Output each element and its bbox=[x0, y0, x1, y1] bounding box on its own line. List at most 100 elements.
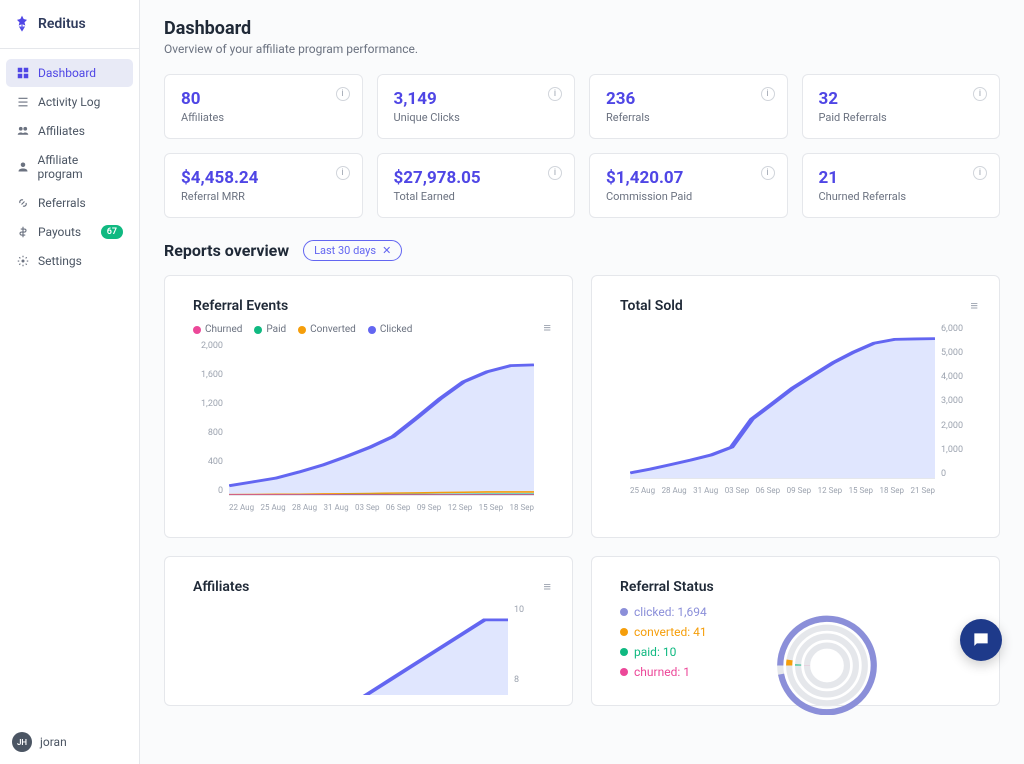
chart-affiliates: Affiliates ≡ 1086 bbox=[164, 556, 573, 706]
nav: Dashboard Activity Log Affiliates Affili… bbox=[0, 49, 139, 286]
status-legend: clicked: 1,694 converted: 41 paid: 10 churn… bbox=[620, 605, 707, 679]
nav-label: Activity Log bbox=[38, 95, 100, 109]
nav-payouts[interactable]: Payouts 67 bbox=[6, 218, 133, 246]
gear-icon bbox=[16, 254, 30, 268]
page-title: Dashboard bbox=[164, 18, 1000, 39]
dashboard-icon bbox=[16, 66, 30, 80]
user-name: joran bbox=[40, 735, 67, 749]
legend-converted: Converted bbox=[298, 324, 356, 335]
nav-activity-log[interactable]: Activity Log bbox=[6, 88, 133, 116]
reports-header: Reports overview Last 30 days ✕ bbox=[164, 240, 1000, 261]
nav-label: Settings bbox=[38, 254, 82, 268]
stat-label: Churned Referrals bbox=[819, 190, 984, 203]
brand[interactable]: Reditus bbox=[0, 0, 139, 49]
chart-menu-icon[interactable]: ≡ bbox=[543, 579, 550, 595]
stat-total-earned: $27,978.05 Total Earned i bbox=[377, 153, 576, 218]
chart-menu-icon[interactable]: ≡ bbox=[970, 298, 977, 314]
info-icon[interactable]: i bbox=[548, 166, 562, 180]
payouts-badge: 67 bbox=[101, 225, 123, 239]
list-icon bbox=[16, 95, 30, 109]
info-icon[interactable]: i bbox=[336, 166, 350, 180]
status-item: churned: 1 bbox=[620, 665, 707, 679]
reports-title: Reports overview bbox=[164, 241, 289, 260]
status-item: converted: 41 bbox=[620, 625, 707, 639]
x-axis: 25 Aug28 Aug31 Aug03 Sep06 Sep09 Sep12 S… bbox=[630, 486, 935, 495]
date-filter-chip[interactable]: Last 30 days ✕ bbox=[303, 240, 402, 261]
main: Dashboard Overview of your affiliate pro… bbox=[140, 0, 1024, 764]
logo-icon bbox=[12, 14, 32, 34]
chat-button[interactable] bbox=[960, 619, 1002, 661]
nav-label: Affiliates bbox=[38, 124, 85, 138]
info-icon[interactable]: i bbox=[973, 166, 987, 180]
user-icon bbox=[16, 160, 29, 174]
nav-affiliates[interactable]: Affiliates bbox=[6, 117, 133, 145]
status-item: paid: 10 bbox=[620, 645, 707, 659]
stat-value: $1,420.07 bbox=[606, 168, 771, 188]
stat-label: Unique Clicks bbox=[394, 111, 559, 124]
chart-referral-events: Referral Events Churned Paid Converted C… bbox=[164, 275, 573, 538]
stat-referral-mrr: $4,458.24 Referral MRR i bbox=[164, 153, 363, 218]
avatar: JH bbox=[12, 732, 32, 752]
stat-label: Commission Paid bbox=[606, 190, 771, 203]
money-icon bbox=[16, 225, 30, 239]
stat-paid-referrals: 32 Paid Referrals i bbox=[802, 74, 1001, 139]
user-menu[interactable]: JH joran bbox=[0, 720, 139, 764]
stat-value: 80 bbox=[181, 89, 346, 109]
stat-value: 236 bbox=[606, 89, 771, 109]
info-icon[interactable]: i bbox=[336, 87, 350, 101]
stat-value: $27,978.05 bbox=[394, 168, 559, 188]
nav-affiliate-program[interactable]: Affiliate program bbox=[6, 146, 133, 188]
nav-label: Affiliate program bbox=[37, 153, 123, 181]
close-icon[interactable]: ✕ bbox=[382, 244, 391, 257]
nav-referrals[interactable]: Referrals bbox=[6, 189, 133, 217]
info-icon[interactable]: i bbox=[973, 87, 987, 101]
stat-referrals: 236 Referrals i bbox=[589, 74, 788, 139]
chart-title: Affiliates bbox=[193, 579, 544, 595]
stat-label: Paid Referrals bbox=[819, 111, 984, 124]
brand-name: Reditus bbox=[38, 16, 86, 32]
chip-label: Last 30 days bbox=[314, 244, 376, 257]
info-icon[interactable]: i bbox=[548, 87, 562, 101]
nav-label: Dashboard bbox=[38, 66, 96, 80]
stat-churned-referrals: 21 Churned Referrals i bbox=[802, 153, 1001, 218]
chart-menu-icon[interactable]: ≡ bbox=[543, 320, 550, 336]
stat-value: 21 bbox=[819, 168, 984, 188]
legend-clicked: Clicked bbox=[368, 324, 413, 335]
nav-label: Referrals bbox=[38, 196, 86, 210]
stat-value: 32 bbox=[819, 89, 984, 109]
stat-commission-paid: $1,420.07 Commission Paid i bbox=[589, 153, 788, 218]
users-icon bbox=[16, 124, 30, 138]
chart-title: Referral Events bbox=[193, 298, 544, 314]
stat-label: Affiliates bbox=[181, 111, 346, 124]
link-icon bbox=[16, 196, 30, 210]
page-subtitle: Overview of your affiliate program perfo… bbox=[164, 42, 1000, 56]
stat-label: Referral MRR bbox=[181, 190, 346, 203]
info-icon[interactable]: i bbox=[761, 166, 775, 180]
chart-title: Total Sold bbox=[620, 298, 971, 314]
chart-title: Referral Status bbox=[620, 579, 971, 595]
chart-total-sold: Total Sold ≡ 6,0005,0004,0003,0002,0001,… bbox=[591, 275, 1000, 538]
nav-settings[interactable]: Settings bbox=[6, 247, 133, 275]
nav-dashboard[interactable]: Dashboard bbox=[6, 59, 133, 87]
chat-icon bbox=[971, 630, 991, 650]
stat-label: Total Earned bbox=[394, 190, 559, 203]
stat-value: $4,458.24 bbox=[181, 168, 346, 188]
sidebar: Reditus Dashboard Activity Log Affiliate… bbox=[0, 0, 140, 764]
chart-legend: Churned Paid Converted Clicked bbox=[193, 324, 544, 335]
info-icon[interactable]: i bbox=[761, 87, 775, 101]
legend-churned: Churned bbox=[193, 324, 242, 335]
y-axis: 6,0005,0004,0003,0002,0001,0000 bbox=[941, 324, 971, 479]
nav-label: Payouts bbox=[38, 225, 81, 239]
y-axis: 2,0001,6001,2008004000 bbox=[193, 341, 223, 496]
donut-chart bbox=[747, 605, 907, 705]
legend-paid: Paid bbox=[254, 324, 286, 335]
stat-unique-clicks: 3,149 Unique Clicks i bbox=[377, 74, 576, 139]
y-axis: 1086 bbox=[514, 605, 544, 695]
stat-label: Referrals bbox=[606, 111, 771, 124]
chart-referral-status: Referral Status clicked: 1,694 converted:… bbox=[591, 556, 1000, 706]
x-axis: 22 Aug25 Aug28 Aug31 Aug03 Sep06 Sep09 S… bbox=[229, 503, 534, 512]
stat-value: 3,149 bbox=[394, 89, 559, 109]
status-item: clicked: 1,694 bbox=[620, 605, 707, 619]
stat-grid: 80 Affiliates i 3,149 Unique Clicks i 23… bbox=[164, 74, 1000, 218]
stat-affiliates: 80 Affiliates i bbox=[164, 74, 363, 139]
